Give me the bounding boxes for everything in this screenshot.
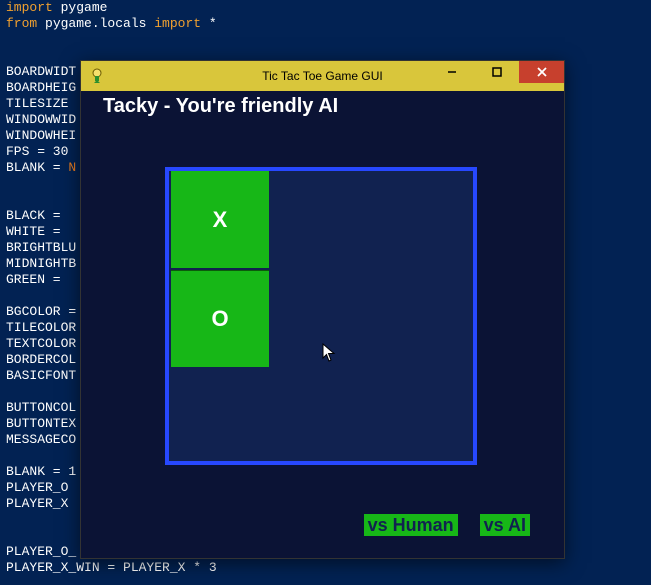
app-icon	[89, 68, 105, 84]
vs-ai-button[interactable]: vs AI	[480, 514, 530, 536]
board-tile-0[interactable]: X	[171, 171, 269, 268]
tile-mark: X	[213, 207, 228, 233]
game-area: Tacky - You're friendly AI X O vs Human …	[81, 91, 564, 558]
vs-human-button[interactable]: vs Human	[364, 514, 458, 536]
minimize-button[interactable]	[429, 61, 474, 83]
close-button[interactable]	[519, 61, 564, 83]
titlebar[interactable]: Tic Tac Toe Game GUI	[81, 61, 564, 91]
mode-button-row: vs Human vs AI	[364, 514, 530, 536]
maximize-button[interactable]	[474, 61, 519, 83]
code-line: PLAYER_X_WIN = PLAYER_X * 3	[6, 560, 645, 576]
code-line	[6, 32, 645, 48]
board-tile-1[interactable]: O	[171, 270, 269, 367]
window-control-buttons	[429, 61, 564, 83]
tile-mark: O	[211, 306, 228, 332]
game-board[interactable]: X O	[165, 167, 477, 465]
code-line: import pygame	[6, 0, 645, 16]
game-window: Tic Tac Toe Game GUI Tacky - You're frie…	[80, 60, 565, 559]
code-line: from pygame.locals import *	[6, 16, 645, 32]
game-heading: Tacky - You're friendly AI	[103, 95, 338, 118]
